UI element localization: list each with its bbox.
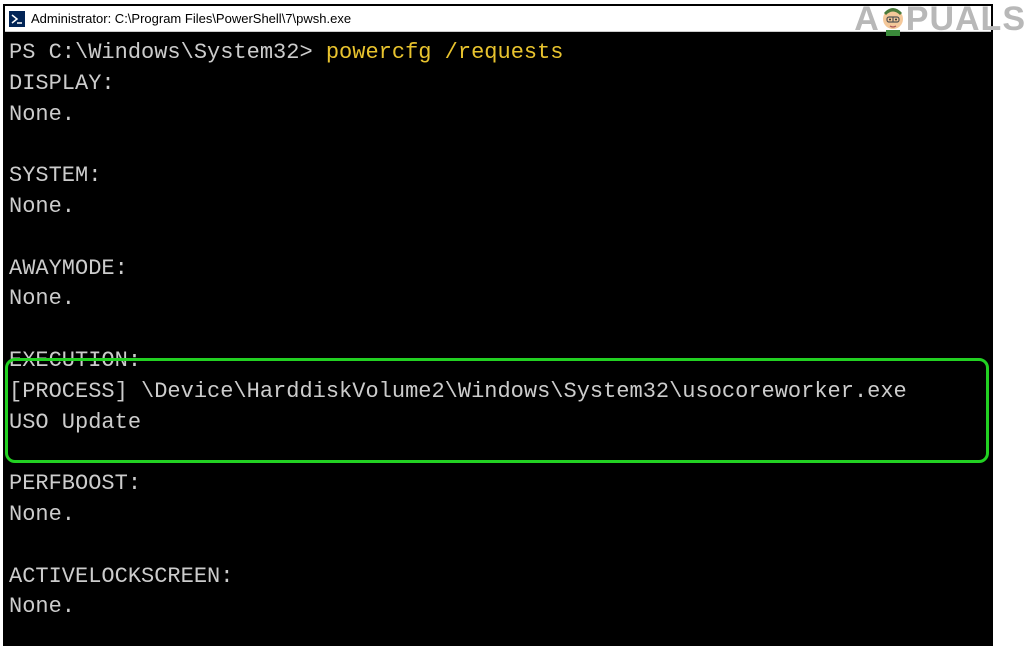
display-value: None. — [9, 100, 987, 131]
window-title: Administrator: C:\Program Files\PowerShe… — [31, 11, 351, 26]
blank — [9, 223, 987, 254]
awaymode-value: None. — [9, 284, 987, 315]
execution-process: [PROCESS] \Device\HarddiskVolume2\Window… — [9, 377, 987, 408]
blank — [9, 315, 987, 346]
mascot-icon — [878, 3, 908, 37]
terminal-window: Administrator: C:\Program Files\PowerShe… — [3, 4, 993, 646]
activelockscreen-value: None. — [9, 592, 987, 623]
blank — [9, 531, 987, 562]
display-header: DISPLAY: — [9, 69, 987, 100]
prompt-line: PS C:\Windows\System32> powercfg /reques… — [9, 38, 987, 69]
blank — [9, 130, 987, 161]
awaymode-header: AWAYMODE: — [9, 254, 987, 285]
execution-reason: USO Update — [9, 408, 987, 439]
watermark-suffix: PUALS — [906, 0, 1026, 39]
prompt-path: PS C:\Windows\System32> — [9, 40, 326, 65]
perfboost-value: None. — [9, 500, 987, 531]
system-value: None. — [9, 192, 987, 223]
activelockscreen-header: ACTIVELOCKSCREEN: — [9, 562, 987, 593]
powershell-icon — [9, 11, 25, 27]
command-text: powercfg /requests — [326, 40, 564, 65]
perfboost-header: PERFBOOST: — [9, 469, 987, 500]
watermark-logo: A PUALS — [854, 0, 1026, 39]
window-titlebar[interactable]: Administrator: C:\Program Files\PowerShe… — [5, 6, 991, 32]
blank — [9, 438, 987, 469]
system-header: SYSTEM: — [9, 161, 987, 192]
terminal-body[interactable]: PS C:\Windows\System32> powercfg /reques… — [5, 32, 991, 644]
execution-header: EXECUTION: — [9, 346, 987, 377]
watermark-prefix: A — [854, 0, 880, 39]
